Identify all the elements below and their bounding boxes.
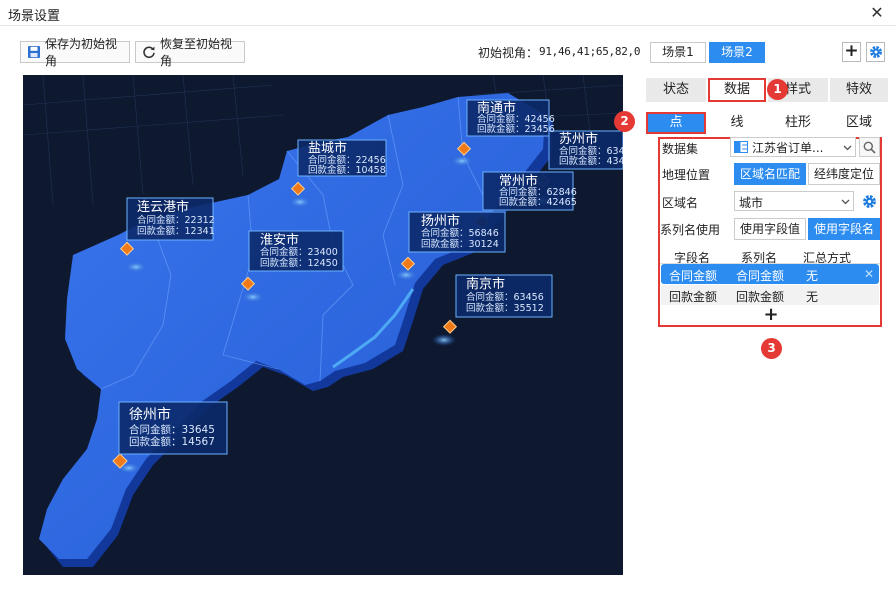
city-payment-yancheng: 回款金额：10458	[308, 165, 386, 176]
gear-icon	[862, 194, 876, 208]
city-name-xuzhou: 徐州市	[129, 407, 171, 423]
close-button[interactable]: ✕	[862, 1, 892, 25]
marker-glow-huaian	[241, 291, 265, 303]
subtab-column[interactable]: 柱形	[768, 112, 828, 134]
city-name-lianyungang: 连云港市	[137, 200, 190, 215]
geo-latlon-button[interactable]: 经纬度定位	[808, 163, 880, 185]
city-payment-nanjing: 回款金额：35512	[466, 303, 544, 314]
city-name-yancheng: 盐城市	[308, 141, 348, 156]
remove-row-icon[interactable]: ✕	[864, 267, 874, 281]
subtab-line[interactable]: 线	[708, 112, 766, 134]
marker-glow-lianyungang	[124, 261, 148, 273]
region-name-label: 区域名	[662, 196, 699, 210]
series-use-field-name-button[interactable]: 使用字段名	[808, 218, 880, 240]
add-field-button[interactable]: +	[762, 306, 780, 324]
cell-field: 回款金额	[669, 290, 718, 304]
dataset-select[interactable]: 江苏省订单...	[730, 137, 856, 157]
step-badge-2: 2	[614, 111, 635, 132]
restore-initial-view-label: 恢复至初始视角	[160, 37, 233, 68]
city-payment-suzhou: 回款金额：4345	[559, 156, 623, 167]
search-icon	[863, 141, 876, 154]
cell-series: 回款金额	[736, 290, 785, 304]
series-use-field-value-button[interactable]: 使用字段值	[734, 218, 806, 240]
save-initial-view-label: 保存为初始视角	[45, 37, 118, 68]
geo-location-label: 地理位置	[662, 168, 711, 182]
city-contract-nanjing: 合同金额：63456	[466, 292, 544, 303]
city-contract-lianyungang: 合同金额：22312	[137, 215, 215, 226]
chevron-down-icon	[841, 199, 850, 205]
subtab-region[interactable]: 区域	[830, 112, 888, 134]
tab-status[interactable]: 状态	[646, 78, 706, 102]
city-payment-yangzhou: 回款金额：30124	[421, 239, 499, 250]
city-contract-huaian: 合同金额：23400	[260, 247, 338, 258]
refresh-icon	[143, 46, 155, 59]
cell-aggregation: 无	[806, 269, 819, 283]
city-payment-changzhou: 回款金额：42465	[499, 197, 577, 208]
geo-region-match-button[interactable]: 区域名匹配	[734, 163, 806, 185]
city-contract-xuzhou: 合同金额：33645	[129, 424, 215, 436]
add-scene-button[interactable]: +	[842, 42, 861, 62]
scene-tab-2[interactable]: 场景2	[709, 42, 765, 63]
window-title: 场景设置	[8, 9, 61, 24]
subtab-point[interactable]: 点	[646, 112, 706, 134]
cell-aggregation: 无	[806, 290, 819, 304]
city-name-suzhou: 苏州市	[559, 132, 599, 147]
city-payment-lianyungang: 回款金额：12341	[137, 226, 215, 237]
save-initial-view-button[interactable]: 保存为初始视角	[20, 37, 130, 68]
marker-glow-yancheng	[288, 196, 312, 208]
region-name-select[interactable]: 城市	[734, 191, 854, 211]
city-name-nanjing: 南京市	[466, 277, 506, 292]
city-payment-nantong: 回款金额：23456	[477, 124, 555, 135]
dataset-icon	[734, 141, 748, 153]
city-name-yangzhou: 扬州市	[421, 214, 461, 229]
city-payment-xuzhou: 回款金额：14567	[129, 436, 215, 448]
scene-tab-1[interactable]: 场景1	[650, 42, 706, 63]
map-viewport[interactable]: 连云港市 合同金额：22312 回款金额：12341 盐城市 合同金额：2245…	[23, 75, 623, 575]
series-name-label: 系列名使用	[660, 223, 721, 237]
region-settings-button[interactable]	[860, 192, 878, 210]
marker-glow-yangzhou	[394, 269, 418, 281]
cell-field: 合同金额	[669, 269, 718, 283]
restore-initial-view-button[interactable]: 恢复至初始视角	[135, 37, 245, 68]
table-row[interactable]: 回款金额 回款金额 无	[661, 285, 879, 305]
city-name-huaian: 淮安市	[260, 233, 300, 248]
table-row[interactable]: 合同金额 合同金额 无 ✕	[661, 264, 879, 284]
scene-settings-button[interactable]	[866, 42, 885, 62]
dataset-search-button[interactable]	[859, 137, 880, 157]
dataset-label: 数据集	[662, 142, 699, 156]
marker-glow-nanjing	[432, 334, 456, 346]
initial-view-value: 91,46,41;65,82,0	[539, 45, 641, 58]
step-badge-1: 1	[767, 79, 788, 100]
gear-icon	[869, 45, 882, 59]
chevron-down-icon	[843, 145, 852, 151]
step-badge-3: 3	[761, 338, 782, 359]
tab-effect[interactable]: 特效	[830, 78, 888, 102]
marker-glow-nantong	[450, 155, 474, 167]
tab-data[interactable]: 数据	[708, 78, 766, 102]
cell-series: 合同金额	[736, 269, 785, 283]
initial-view-label: 初始视角：	[478, 46, 539, 60]
region-name-value: 城市	[739, 196, 764, 210]
city-contract-yangzhou: 合同金额：56846	[421, 228, 499, 239]
window-title-bar	[0, 0, 896, 26]
dataset-value: 江苏省订单...	[752, 140, 824, 155]
save-icon	[28, 46, 40, 58]
city-payment-huaian: 回款金额：12450	[260, 258, 338, 269]
